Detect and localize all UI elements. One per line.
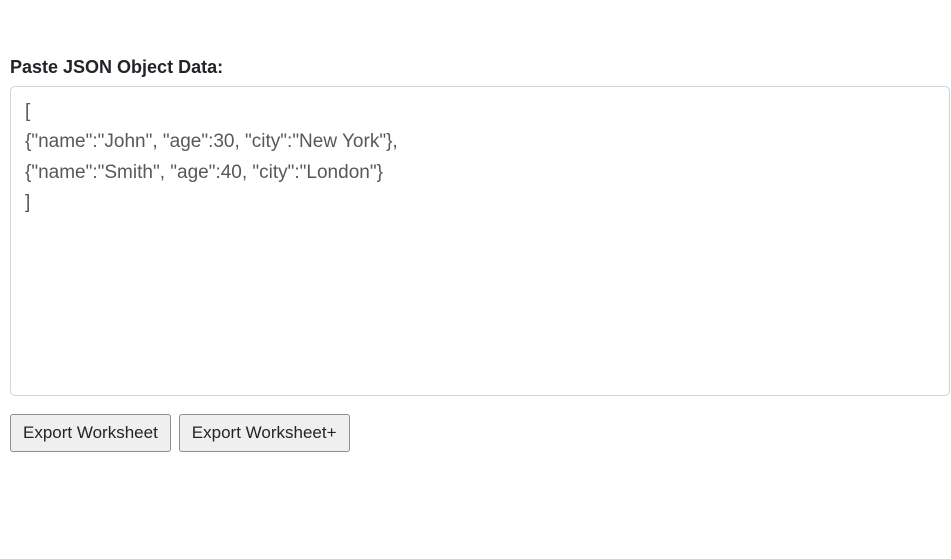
json-input-textarea[interactable] <box>10 86 950 396</box>
main-container: Paste JSON Object Data: Export Worksheet… <box>0 0 951 452</box>
json-input-label: Paste JSON Object Data: <box>10 57 951 78</box>
button-row: Export Worksheet Export Worksheet+ <box>10 414 951 452</box>
export-worksheet-button[interactable]: Export Worksheet <box>10 414 171 452</box>
export-worksheet-plus-button[interactable]: Export Worksheet+ <box>179 414 350 452</box>
